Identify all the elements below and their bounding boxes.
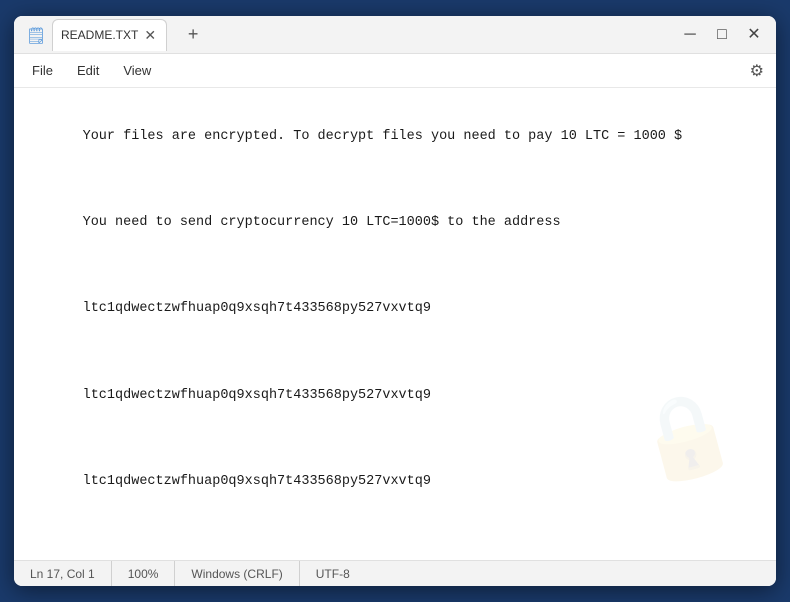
menu-file[interactable]: File: [22, 59, 63, 82]
window-controls: ─ □ ✕: [680, 27, 764, 43]
encoding-label: UTF-8: [316, 567, 350, 581]
menu-bar: File Edit View ⚙: [14, 54, 776, 88]
line-1: Your files are encrypted. To decrypt fil…: [83, 129, 683, 144]
line-ending-label: Windows (CRLF): [191, 567, 282, 581]
tab-label: README.TXT: [61, 28, 138, 42]
title-bar-left: 🗒 README.TXT ✕ +: [26, 19, 207, 51]
close-button[interactable]: ✕: [744, 27, 764, 43]
menu-edit[interactable]: Edit: [67, 59, 109, 82]
minimize-button[interactable]: ─: [680, 27, 700, 43]
encoding-status: UTF-8: [300, 561, 366, 586]
status-bar: Ln 17, Col 1 100% Windows (CRLF) UTF-8: [14, 560, 776, 586]
title-bar: 🗒 README.TXT ✕ + ─ □ ✕: [14, 16, 776, 54]
zoom-status: 100%: [112, 561, 176, 586]
maximize-button[interactable]: □: [712, 27, 732, 43]
tab-close-button[interactable]: ✕: [144, 28, 156, 42]
line-3: You need to send cryptocurrency 10 LTC=1…: [83, 215, 561, 230]
menu-view[interactable]: View: [113, 59, 161, 82]
zoom-label: 100%: [128, 567, 159, 581]
settings-icon[interactable]: ⚙: [746, 57, 768, 85]
line-5: ltc1qdwectzwfhuap0q9xsqh7t433568py527vxv…: [83, 301, 431, 316]
line-9: ltc1qdwectzwfhuap0q9xsqh7t433568py527vxv…: [83, 474, 431, 489]
text-body: Your files are encrypted. To decrypt fil…: [34, 104, 756, 560]
cursor-position-status: Ln 17, Col 1: [14, 561, 112, 586]
tab[interactable]: README.TXT ✕: [52, 19, 167, 51]
line-7: ltc1qdwectzwfhuap0q9xsqh7t433568py527vxv…: [83, 388, 431, 403]
notepad-window: 🗒 README.TXT ✕ + ─ □ ✕ File Edit View ⚙ …: [14, 16, 776, 586]
cursor-position-label: Ln 17, Col 1: [30, 567, 95, 581]
new-tab-button[interactable]: +: [179, 21, 207, 49]
text-content-area[interactable]: Your files are encrypted. To decrypt fil…: [14, 88, 776, 560]
line-ending-status: Windows (CRLF): [175, 561, 299, 586]
file-icon: 🗒: [26, 26, 44, 44]
